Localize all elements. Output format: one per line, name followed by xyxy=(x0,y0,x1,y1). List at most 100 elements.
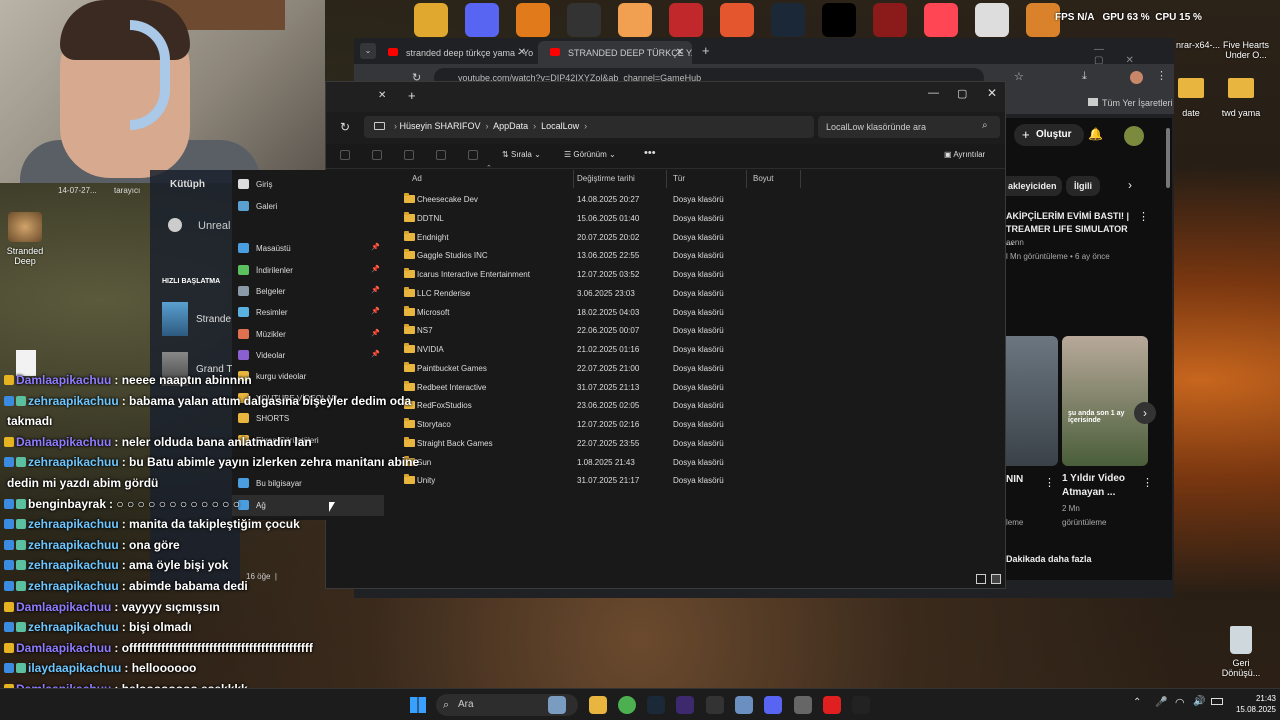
details-pane-button[interactable]: ▣ Ayrıntılar xyxy=(944,150,985,159)
volume-icon[interactable]: 🔊 xyxy=(1193,696,1205,707)
bandicam-app-icon[interactable] xyxy=(414,3,448,37)
file-row[interactable]: LLC Renderise 3.06.2025 23:03 Dosya klasör… xyxy=(390,284,990,303)
epic-icon[interactable] xyxy=(852,696,870,714)
game-icon[interactable] xyxy=(794,696,812,714)
video-title[interactable]: AKİPÇİLERİM EVİMİ BASTI! | TREAMER LIFE … xyxy=(1006,210,1134,249)
create-button[interactable]: + Oluştur xyxy=(1014,124,1084,146)
avatar[interactable] xyxy=(1124,126,1144,146)
file-row[interactable]: NVIDIA 21.02.2025 01:16 Dosya klasörü xyxy=(390,340,990,359)
more-icon[interactable]: ⋮ xyxy=(1138,210,1149,223)
nav-item[interactable]: İndirilenler 📌 xyxy=(232,260,384,281)
chat-username[interactable]: zehraapikachuu xyxy=(28,455,119,469)
profile-avatar[interactable] xyxy=(1130,71,1143,84)
microphone-icon[interactable]: 🎤 xyxy=(1155,697,1167,708)
delete-icon[interactable] xyxy=(468,150,478,160)
chat-username[interactable]: zehraapikachuu xyxy=(28,517,119,531)
nav-item[interactable]: Müzikler 📌 xyxy=(232,324,384,345)
view-button[interactable]: ☰ Görünüm ⌄ xyxy=(564,150,616,159)
obs-icon[interactable] xyxy=(676,696,694,714)
download-icon[interactable]: ⤓ xyxy=(1082,70,1087,83)
clock-time[interactable]: 21:43 xyxy=(1226,694,1276,703)
desktop-icon-twd-yama[interactable]: twd yama xyxy=(1216,108,1266,118)
video-thumbnail-2[interactable]: şu anda son 1 ay içerisinde xyxy=(1062,336,1148,466)
chat-username[interactable]: zehraapikachuu xyxy=(28,394,119,408)
chip-2[interactable]: İlgili xyxy=(1066,176,1100,196)
nav-item[interactable]: Masaüstü 📌 xyxy=(232,238,384,259)
search-input[interactable]: LocalLow klasöründe ara xyxy=(818,116,1000,138)
more-icon[interactable]: ⋮ xyxy=(1044,476,1055,489)
nav-item[interactable]: Galeri xyxy=(232,196,384,217)
stranded-deep-icon[interactable] xyxy=(8,212,42,242)
game-thumbnail[interactable] xyxy=(162,302,188,336)
chat-username[interactable]: zehraapikachuu xyxy=(28,538,119,552)
wifi-icon[interactable]: ◠ xyxy=(1175,696,1185,709)
chat-username[interactable]: zehraapikachuu xyxy=(28,620,119,634)
file-row[interactable]: RedFoxStudios 23.06.2025 02:05 Dosya klasö… xyxy=(390,396,990,415)
battery-icon[interactable] xyxy=(1211,698,1223,705)
nav-item[interactable]: Belgeler 📌 xyxy=(232,281,384,302)
discord-icon[interactable] xyxy=(764,696,782,714)
minimize-button[interactable]: — xyxy=(928,87,939,99)
file-row[interactable]: Endnight 20.07.2025 20:02 Dosya klasörü xyxy=(390,228,990,247)
chrome-icon[interactable] xyxy=(618,696,636,714)
share-icon[interactable] xyxy=(436,150,446,160)
new-tab-button[interactable]: + xyxy=(702,43,710,58)
chrome-tab-2[interactable]: STRANDED DEEP TÜRKÇE YAMA✕ xyxy=(538,41,692,64)
chat-username[interactable]: Damlaapikachuu xyxy=(16,373,111,387)
breadcrumb-item[interactable]: AppData xyxy=(493,121,528,131)
video-title[interactable]: NIN xyxy=(1006,474,1023,485)
cut-icon[interactable] xyxy=(340,150,350,160)
more-icon[interactable]: ⋮ xyxy=(1142,476,1153,489)
file-row[interactable]: Cheesecake Dev 14.08.2025 20:27 Dosya klas… xyxy=(390,190,990,209)
menu-icon[interactable]: ⋮ xyxy=(1156,69,1167,82)
steam-icon[interactable] xyxy=(647,696,665,714)
nav-item[interactable]: SHORTS xyxy=(232,408,384,429)
all-bookmarks[interactable]: Tüm Yer İşaretleri xyxy=(1088,98,1173,108)
file-row[interactable]: Microsoft 18.02.2025 04:03 Dosya klasörü xyxy=(390,303,990,322)
chat-username[interactable]: zehraapikachuu xyxy=(28,579,119,593)
red-dead-app-icon[interactable] xyxy=(873,3,907,37)
chat-username[interactable]: zehraapikachuu xyxy=(28,558,119,572)
clock-date[interactable]: 15.08.2025 xyxy=(1212,705,1276,714)
game-app-icon[interactable] xyxy=(720,3,754,37)
game-app-icon[interactable] xyxy=(669,3,703,37)
nav-item[interactable]: Bu bilgisayar xyxy=(232,473,384,494)
carousel-next-button[interactable]: › xyxy=(1134,402,1156,424)
file-row[interactable]: Unity 31.07.2025 21:17 Dosya klasörü xyxy=(390,471,990,490)
widgets-icon[interactable] xyxy=(548,696,566,714)
chat-username[interactable]: Damlaapikachuu xyxy=(16,641,111,655)
chip-1[interactable]: akleyiciden xyxy=(1006,176,1062,196)
file-row[interactable]: Icarus Interactive Entertainment 12.07.20… xyxy=(390,265,990,284)
close-icon[interactable]: ✕ xyxy=(676,47,684,58)
counter-strike-2-app-icon[interactable] xyxy=(516,3,550,37)
discord-app-icon[interactable] xyxy=(465,3,499,37)
copy-icon[interactable] xyxy=(372,150,382,160)
nav-item[interactable]: kurgu videolar xyxy=(232,366,384,387)
nav-item[interactable]: Ağ xyxy=(232,495,384,516)
chat-username[interactable]: ilaydaapikachuu xyxy=(28,661,121,675)
close-tab-icon[interactable]: ✕ xyxy=(378,90,386,101)
more-options-icon[interactable]: ••• xyxy=(644,147,656,159)
steam-game-label[interactable]: Strande xyxy=(196,314,231,325)
desktop-icon-five-hearts[interactable]: Five Hearts Under O... xyxy=(1218,40,1274,60)
notifications-bell-icon[interactable]: 🔔 xyxy=(1088,127,1103,141)
video-title[interactable]: 1 Yıldır Video Atmayan ... xyxy=(1062,472,1132,500)
close-icon[interactable]: ✕ xyxy=(518,47,526,58)
file-row[interactable]: DDTNL 15.06.2025 01:40 Dosya klasörü xyxy=(390,209,990,228)
opera-icon[interactable] xyxy=(823,696,841,714)
tab-search-icon[interactable]: ⌄ xyxy=(360,43,376,59)
scrollbar[interactable] xyxy=(1166,128,1170,188)
file-row[interactable]: Straight Back Games 22.07.2025 23:55 Dosya… xyxy=(390,434,990,453)
file-row[interactable]: Sun 1.08.2025 21:43 Dosya klasörü xyxy=(390,453,990,472)
column-header-type[interactable]: Tür xyxy=(667,170,747,188)
address-bar[interactable]: › Hüseyin SHARIFOV › AppData › LocalLow … xyxy=(364,116,814,138)
channel-name[interactable]: aenn xyxy=(1006,238,1024,247)
settings-icon[interactable] xyxy=(735,696,753,714)
steam-app-icon[interactable] xyxy=(771,3,805,37)
chat-username[interactable]: benginbayrak xyxy=(28,497,106,511)
desktop-label-nrar[interactable]: nrar-x64-... xyxy=(1176,40,1220,50)
chevron-up-icon[interactable]: ⌃ xyxy=(1133,697,1141,708)
chat-username[interactable]: Damlaapikachuu xyxy=(16,435,111,449)
video-thumbnail-1[interactable] xyxy=(1006,336,1058,466)
capcut-app-icon[interactable] xyxy=(822,3,856,37)
